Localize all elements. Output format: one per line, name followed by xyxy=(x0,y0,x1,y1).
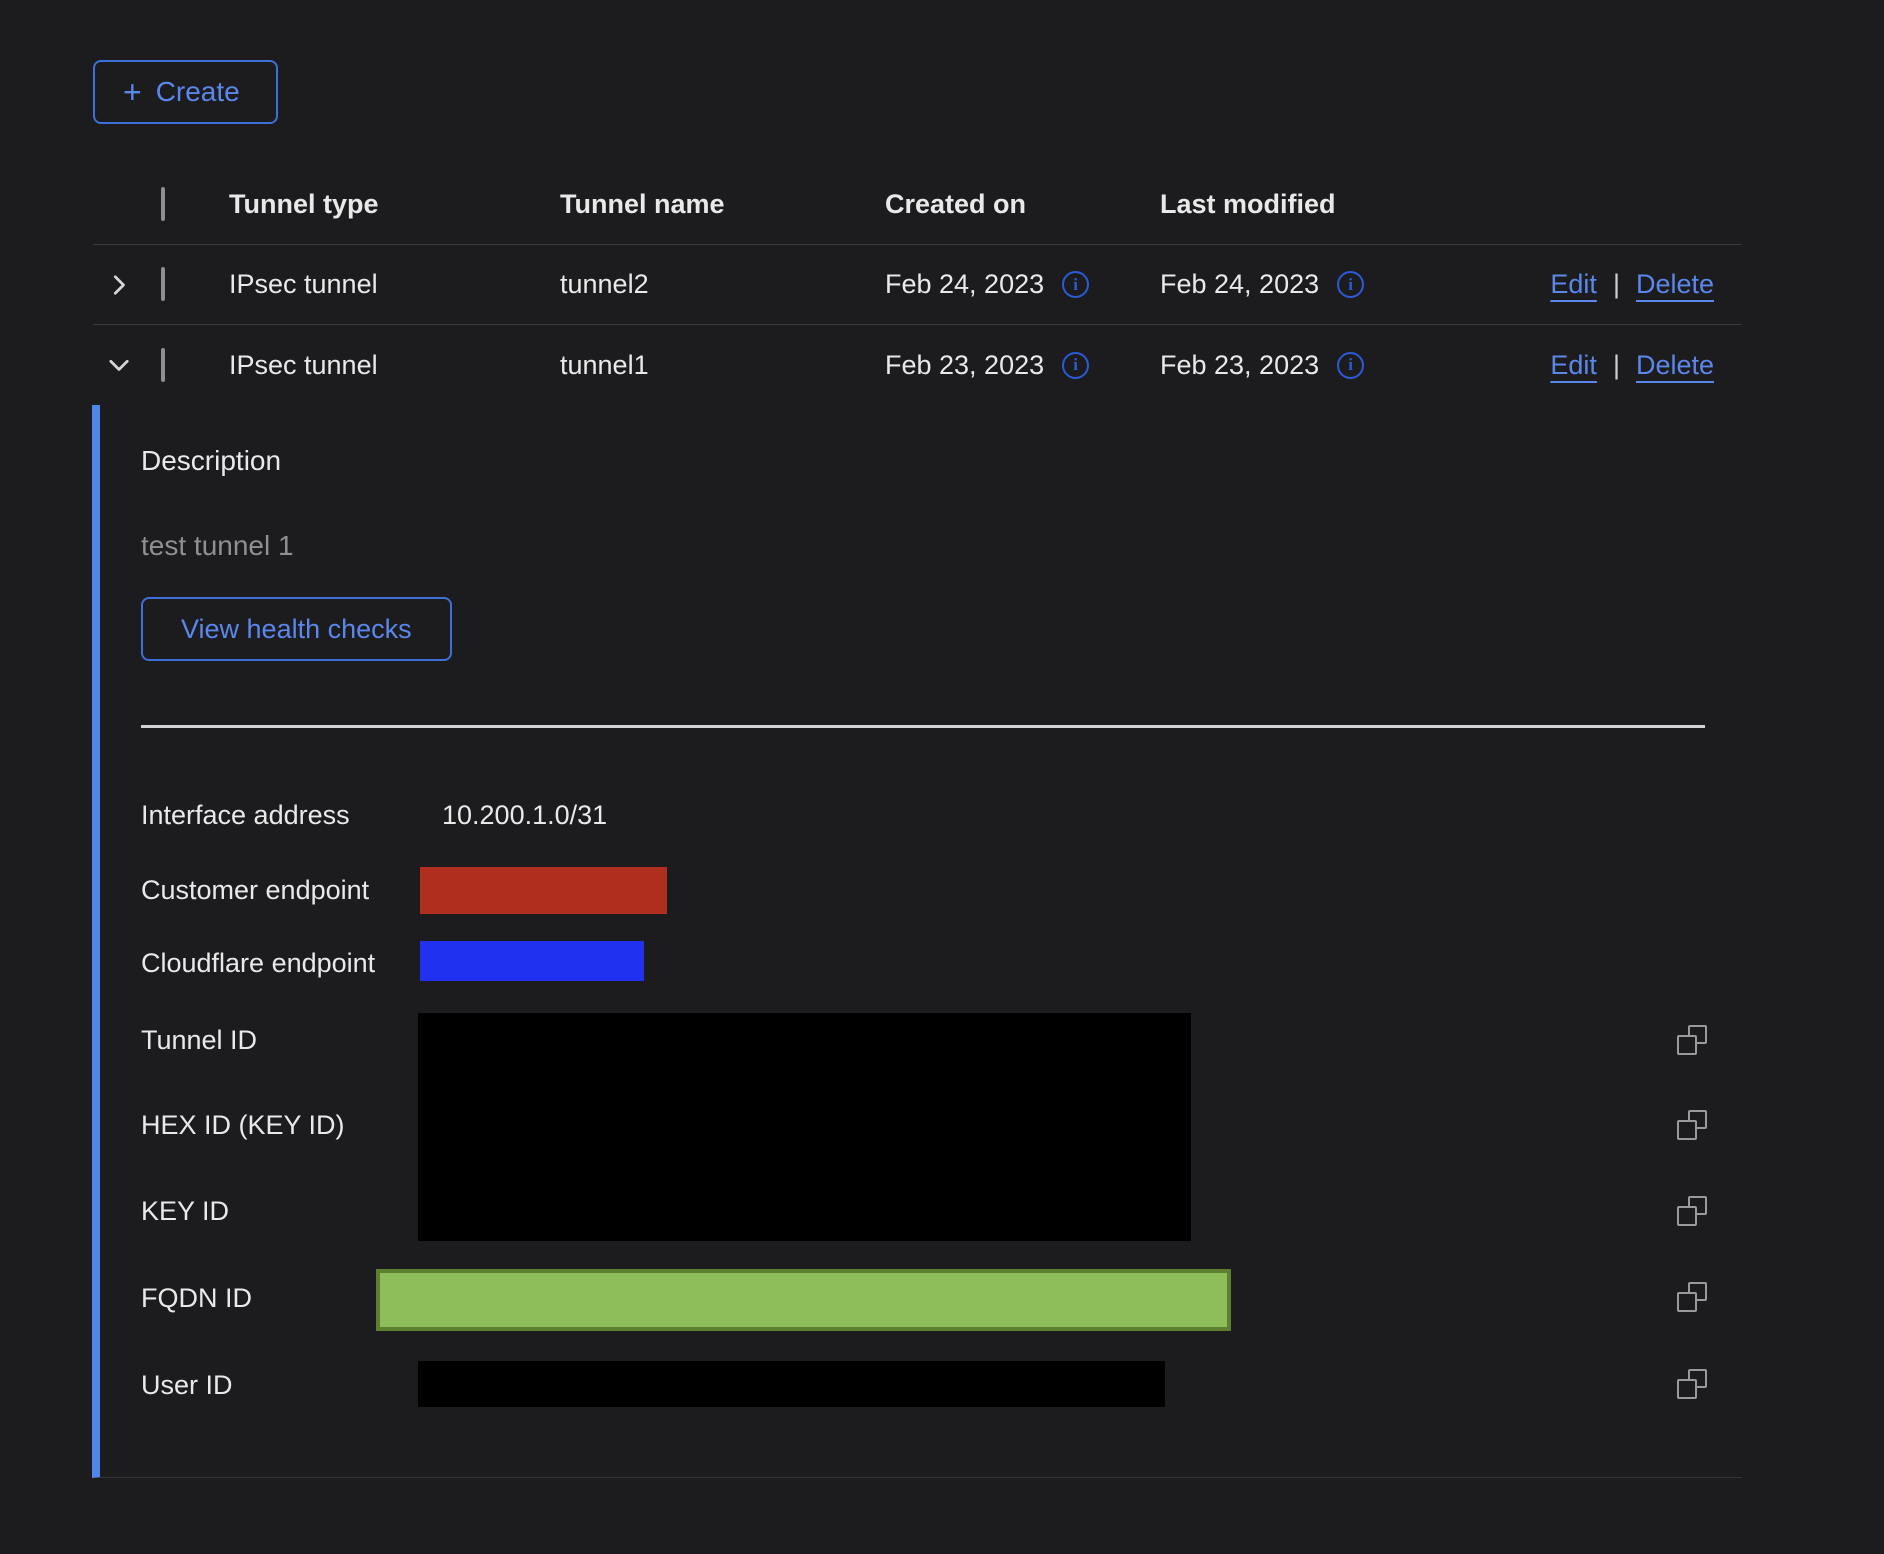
copy-hex-id-icon[interactable] xyxy=(1677,1110,1707,1140)
copy-icon-front xyxy=(1677,1206,1697,1226)
last-modified-cell: Feb 24, 2023 xyxy=(1160,269,1319,300)
chevron-down-icon xyxy=(107,353,131,377)
header-tunnel-type: Tunnel type xyxy=(229,189,560,220)
field-row-interface-address: Interface address 10.200.1.0/31 xyxy=(100,795,1742,835)
info-icon[interactable]: i xyxy=(1062,271,1089,298)
copy-icon-front xyxy=(1677,1120,1697,1140)
copy-key-id-icon[interactable] xyxy=(1677,1196,1707,1226)
row-checkbox[interactable] xyxy=(161,348,165,382)
tunnel-hex-key-id-redaction xyxy=(418,1013,1191,1241)
created-on-cell: Feb 23, 2023 xyxy=(885,350,1044,381)
field-row-cloudflare-endpoint: Cloudflare endpoint xyxy=(100,943,1742,983)
description-value: test tunnel 1 xyxy=(141,530,294,562)
edit-link[interactable]: Edit xyxy=(1550,269,1597,300)
created-on-cell: Feb 24, 2023 xyxy=(885,269,1044,300)
header-last-modified: Last modified xyxy=(1160,189,1542,220)
cloudflare-endpoint-redaction xyxy=(420,941,644,981)
info-icon[interactable]: i xyxy=(1337,352,1364,379)
copy-icon-front xyxy=(1677,1379,1697,1399)
page: + Create Tunnel type Tunnel name Created… xyxy=(0,0,1884,1554)
cloudflare-endpoint-label: Cloudflare endpoint xyxy=(141,948,418,979)
plus-icon: + xyxy=(123,76,142,108)
copy-icon-front xyxy=(1677,1035,1697,1055)
create-button[interactable]: + Create xyxy=(93,60,278,124)
customer-endpoint-redaction xyxy=(420,867,667,914)
user-id-redaction xyxy=(418,1361,1165,1407)
interface-address-label: Interface address xyxy=(141,800,418,831)
edit-link[interactable]: Edit xyxy=(1550,350,1597,381)
create-button-label: Create xyxy=(156,76,240,108)
tunnel-detail-panel: Description test tunnel 1 View health ch… xyxy=(92,405,1742,1478)
last-modified-cell: Feb 23, 2023 xyxy=(1160,350,1319,381)
view-health-checks-button[interactable]: View health checks xyxy=(141,597,452,661)
field-row-customer-endpoint: Customer endpoint xyxy=(100,870,1742,910)
tunnel-type-cell: IPsec tunnel xyxy=(229,350,560,381)
fqdn-id-redaction xyxy=(376,1269,1231,1331)
tunnel-name-cell: tunnel1 xyxy=(560,350,885,381)
header-created-on: Created on xyxy=(885,189,1160,220)
interface-address-value: 10.200.1.0/31 xyxy=(442,800,607,831)
tunnel-name-cell: tunnel2 xyxy=(560,269,885,300)
tunnel-id-label: Tunnel ID xyxy=(141,1025,418,1056)
table-row: IPsec tunnel tunnel1 Feb 23, 2023 i Feb … xyxy=(93,325,1742,405)
customer-endpoint-label: Customer endpoint xyxy=(141,875,418,906)
key-id-label: KEY ID xyxy=(141,1196,418,1227)
expand-row-button[interactable] xyxy=(93,273,161,297)
table-header: Tunnel type Tunnel name Created on Last … xyxy=(93,150,1742,245)
action-separator: | xyxy=(1613,269,1620,300)
description-label: Description xyxy=(141,445,281,477)
delete-link[interactable]: Delete xyxy=(1636,269,1714,300)
delete-link[interactable]: Delete xyxy=(1636,350,1714,381)
action-separator: | xyxy=(1613,350,1620,381)
copy-user-id-icon[interactable] xyxy=(1677,1369,1707,1399)
chevron-right-icon xyxy=(107,273,131,297)
section-divider xyxy=(141,725,1705,728)
info-icon[interactable]: i xyxy=(1337,271,1364,298)
copy-fqdn-id-icon[interactable] xyxy=(1677,1282,1707,1312)
row-checkbox[interactable] xyxy=(161,267,165,301)
tunnel-type-cell: IPsec tunnel xyxy=(229,269,560,300)
info-icon[interactable]: i xyxy=(1062,352,1089,379)
copy-icon-front xyxy=(1677,1292,1697,1312)
copy-tunnel-id-icon[interactable] xyxy=(1677,1025,1707,1055)
header-tunnel-name: Tunnel name xyxy=(560,189,885,220)
select-all-checkbox[interactable] xyxy=(161,187,165,221)
user-id-label: User ID xyxy=(141,1370,418,1401)
collapse-row-button[interactable] xyxy=(93,353,161,377)
table-row: IPsec tunnel tunnel2 Feb 24, 2023 i Feb … xyxy=(93,245,1742,325)
hex-id-label: HEX ID (KEY ID) xyxy=(141,1110,418,1141)
